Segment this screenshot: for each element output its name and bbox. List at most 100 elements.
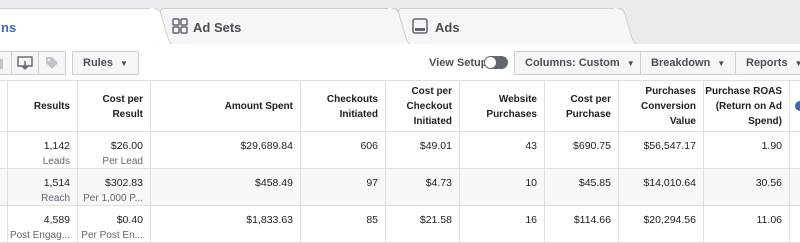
- toggle-knob: [485, 57, 496, 68]
- cost-per-result-value: $0.40: [116, 214, 143, 226]
- view-setup-label: View Setup: [429, 57, 488, 69]
- column-header-cost-per-purchase[interactable]: Cost per Purchase: [545, 81, 619, 132]
- checkouts-value: 85: [366, 214, 378, 226]
- results-value: 1,514: [43, 177, 70, 189]
- results-cell: 4,589 Post Engag...: [8, 206, 78, 242]
- cost-per-checkout-cell: $4.73: [386, 169, 460, 205]
- ad-sets-icon: [172, 18, 188, 34]
- column-header-amount-spent[interactable]: Amount Spent: [151, 81, 301, 132]
- website-purchases-cell: 16: [460, 206, 545, 242]
- cost-per-result-cell: $0.40 Per Post En...: [78, 206, 151, 242]
- amount-spent-cell: $1,833.63: [151, 206, 301, 242]
- tab-ads[interactable]: Ads: [398, 8, 624, 44]
- export-icon: [17, 56, 33, 70]
- tag-icon: [46, 57, 58, 69]
- results-value: 4,589: [43, 214, 70, 226]
- trash-icon: [0, 59, 3, 69]
- amount-spent-cell: $29,689.84: [151, 132, 301, 168]
- cost-per-purchase-cell: $114.66: [545, 206, 619, 242]
- cost-per-checkout-value: $49.01: [419, 140, 452, 152]
- columns-prefix: Columns:: [525, 57, 576, 69]
- chevron-down-icon: ▼: [626, 58, 635, 68]
- breakdown-button[interactable]: Breakdown ▼: [640, 51, 737, 75]
- row-name-cell[interactable]: [0, 132, 8, 168]
- tab-campaigns-label: ns: [1, 20, 17, 35]
- tab-edge: [388, 8, 410, 44]
- toolbar: Rules ▼ View Setup Columns: Custom ▼ Bre…: [0, 44, 800, 80]
- results-type: Post Engag...: [9, 230, 70, 241]
- amount-spent-value: $1,833.63: [246, 214, 293, 226]
- cost-per-result-cell: $26.00 Per Lead: [78, 132, 151, 168]
- results-type: Reach: [41, 193, 70, 204]
- roas-cell: 30.56: [704, 169, 790, 205]
- cost-per-purchase-value: $690.75: [573, 140, 611, 152]
- tab-ad-sets-label: Ad Sets: [193, 20, 242, 35]
- tag-button[interactable]: [38, 51, 66, 75]
- columns-button[interactable]: Columns: Custom ▼: [514, 51, 646, 75]
- row-name-cell[interactable]: [0, 169, 8, 205]
- results-type: Leads: [42, 156, 70, 167]
- tab-edge: [150, 8, 172, 45]
- conversion-value-cell: $56,547.17: [619, 132, 704, 168]
- cost-per-checkout-cell: $21.58: [386, 206, 460, 242]
- tab-campaigns[interactable]: ns: [0, 8, 154, 46]
- cost-per-checkout-value: $4.73: [425, 177, 452, 189]
- conversion-value: $20,294.56: [643, 214, 696, 226]
- cost-per-purchase-value: $114.66: [573, 214, 611, 226]
- table-row[interactable]: 1,514 Reach $302.83 Per 1,000 P... $458.…: [0, 169, 800, 206]
- chevron-down-icon: ▼: [717, 58, 726, 68]
- chevron-down-icon: ▼: [794, 58, 800, 68]
- row-name-cell[interactable]: [0, 206, 8, 242]
- view-setup-toggle[interactable]: [484, 56, 508, 69]
- column-header-purchase-roas[interactable]: Purchase ROAS (Return on Ad Spend): [704, 81, 790, 132]
- column-header-website-purchases[interactable]: Website Purchases: [460, 81, 545, 132]
- cost-per-result-value: $302.83: [105, 177, 143, 189]
- conversion-value-cell: $20,294.56: [619, 206, 704, 242]
- cost-per-result-cell: $302.83 Per 1,000 P...: [78, 169, 151, 205]
- rules-button[interactable]: Rules ▼: [72, 51, 139, 75]
- ads-icon: [412, 18, 428, 34]
- amount-spent-value: $458.49: [255, 177, 293, 189]
- checkouts-cell: 85: [301, 206, 386, 242]
- roas-cell: 1.90: [704, 132, 790, 168]
- table-header: Results Cost per Result Amount Spent Che…: [0, 80, 800, 132]
- cost-per-result-type: Per 1,000 P...: [83, 193, 143, 204]
- column-header-purchases-conversion-value[interactable]: Purchases Conversion Value: [619, 81, 704, 132]
- export-button[interactable]: [11, 51, 39, 75]
- checkouts-cell: 97: [301, 169, 386, 205]
- cost-per-purchase-cell: $690.75: [545, 132, 619, 168]
- column-header-name[interactable]: [0, 81, 8, 132]
- columns-value: Custom: [578, 57, 620, 69]
- results-cell: 1,514 Reach: [8, 169, 78, 205]
- website-purchases-value: 16: [525, 214, 537, 226]
- tab-ads-label: Ads: [435, 20, 460, 35]
- column-header-checkouts-initiated[interactable]: Checkouts Initiated: [301, 81, 386, 132]
- column-header-cost-per-checkout[interactable]: Cost per Checkout Initiated: [386, 81, 460, 132]
- breakdown-label: Breakdown: [651, 57, 711, 69]
- website-purchases-cell: 10: [460, 169, 545, 205]
- roas-value: 1.90: [761, 140, 782, 152]
- column-header-cost-per-result[interactable]: Cost per Result: [78, 81, 151, 132]
- conversion-value: $14,010.64: [643, 177, 696, 189]
- tab-ad-sets[interactable]: Ad Sets: [160, 8, 398, 44]
- column-header-results[interactable]: Results: [8, 81, 78, 132]
- tab-strip: ns Ad Sets Ads: [0, 0, 800, 46]
- cost-per-result-type: Per Post En...: [81, 230, 143, 241]
- chevron-down-icon: ▼: [119, 58, 128, 68]
- cost-per-purchase-value: $45.85: [578, 177, 611, 189]
- cost-per-result-value: $26.00: [110, 140, 143, 152]
- table-row[interactable]: 4,589 Post Engag... $0.40 Per Post En...…: [0, 206, 800, 243]
- table-row[interactable]: 1,142 Leads $26.00 Per Lead $29,689.84 6…: [0, 132, 800, 169]
- website-purchases-cell: 43: [460, 132, 545, 168]
- conversion-value: $56,547.17: [643, 140, 696, 152]
- checkouts-value: 606: [360, 140, 378, 152]
- roas-value: 11.06: [756, 214, 783, 226]
- reports-label: Reports: [746, 57, 788, 69]
- results-cell: 1,142 Leads: [8, 132, 78, 168]
- column-settings-icon[interactable]: [795, 101, 800, 111]
- checkouts-cell: 606: [301, 132, 386, 168]
- reports-button[interactable]: Reports ▼: [735, 51, 800, 75]
- rules-label: Rules: [83, 57, 113, 69]
- cost-per-checkout-value: $21.58: [419, 214, 452, 226]
- roas-cell: 11.06: [704, 206, 790, 242]
